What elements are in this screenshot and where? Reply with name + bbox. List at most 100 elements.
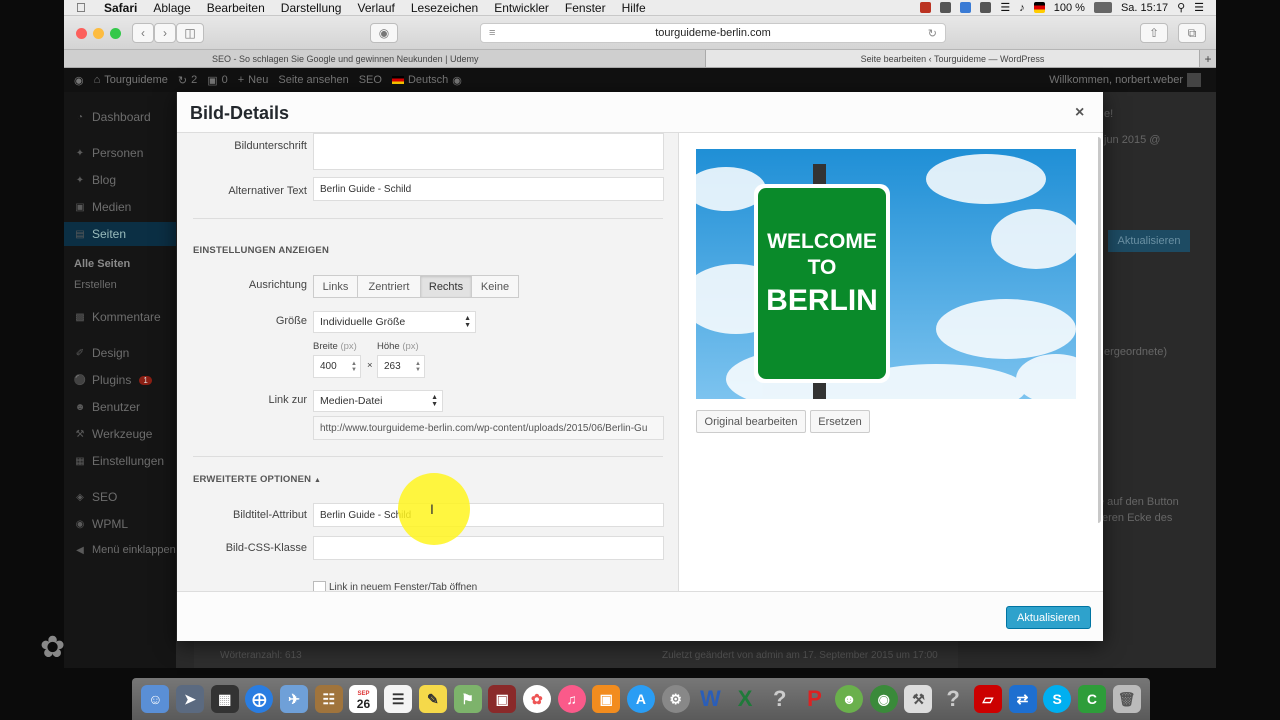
tab-udemy[interactable]: SEO - So schlagen Sie Google und gewinne… — [64, 50, 706, 67]
acrobat-icon[interactable]: ▱ — [973, 685, 1002, 713]
forward-button[interactable]: › — [154, 23, 176, 43]
battery-percent[interactable]: 100 % — [1054, 2, 1085, 14]
size-select[interactable]: Individuelle Größe ▲ ▼ — [313, 311, 476, 333]
adminbar-welcome[interactable]: Willkommen, norbert.weber — [1049, 73, 1211, 87]
menu-darstellung[interactable]: Darstellung — [281, 1, 342, 15]
sidebar-item-design[interactable]: ✐ Design — [74, 346, 130, 360]
record-icon[interactable] — [920, 2, 932, 13]
sidebar-item-einstellungen[interactable]: ▦ Einstellungen — [74, 454, 164, 468]
new-tab-button[interactable]: + — [1200, 50, 1216, 67]
volume-icon[interactable]: ♪ — [1019, 2, 1025, 14]
camtasia-icon[interactable]: C — [1077, 685, 1106, 713]
advanced-options-toggle[interactable]: ERWEITERTE OPTIONEN ▲ — [193, 474, 321, 485]
sidebar-sub-erstellen[interactable]: Erstellen — [74, 279, 117, 291]
sidebar-item-seiten[interactable]: ▤ Seiten — [64, 222, 176, 246]
sidebar-item-medien[interactable]: ▣ Medien — [74, 200, 131, 214]
excel-icon[interactable]: X — [731, 685, 759, 713]
help-icon[interactable]: ? — [939, 685, 967, 713]
messages-icon[interactable]: ☻ — [835, 685, 864, 713]
replace-button[interactable]: Ersetzen — [810, 410, 870, 433]
css-class-field[interactable] — [313, 536, 664, 560]
align-keine-button[interactable]: Keine — [471, 275, 519, 298]
zoom-window-icon[interactable] — [110, 28, 121, 39]
adminbar-view-page[interactable]: Seite ansehen — [278, 74, 348, 86]
wifi-icon[interactable]: ☰ — [1000, 1, 1010, 14]
finder-icon[interactable]: ☺ — [141, 685, 170, 713]
reload-icon[interactable]: ↻ — [928, 27, 937, 40]
menu-hilfe[interactable]: Hilfe — [622, 1, 646, 15]
system-preferences-icon[interactable]: ⚙ — [661, 685, 690, 713]
sidebar-item-personen[interactable]: ✦ Personen — [74, 146, 144, 160]
sync-icon[interactable] — [980, 2, 992, 13]
reader-icon[interactable]: ≡ — [489, 27, 495, 39]
close-window-icon[interactable] — [76, 28, 87, 39]
skype-icon[interactable]: S — [1043, 685, 1072, 713]
archive-utility-icon[interactable]: ⚒ — [904, 685, 933, 713]
sidebar-item-kommentare[interactable]: ▩ Kommentare — [74, 310, 160, 324]
adminbar-seo[interactable]: SEO — [359, 74, 382, 86]
contacts-icon[interactable]: ☷ — [314, 685, 343, 713]
mission-control-icon[interactable]: ▦ — [210, 685, 239, 713]
stepper-icon[interactable]: ▲ ▼ — [351, 361, 357, 373]
shared-links-icon[interactable]: ◉ — [370, 23, 398, 43]
align-links-button[interactable]: Links — [313, 275, 358, 298]
trash-icon[interactable]: 🗑 — [1112, 685, 1141, 713]
tray-app-icon[interactable] — [940, 2, 952, 13]
sidebar-toggle-icon[interactable]: ◫ — [176, 23, 204, 43]
menu-entwickler[interactable]: Entwickler — [494, 1, 549, 15]
apple-icon[interactable]:  — [76, 0, 96, 15]
link-url-field[interactable]: http://www.tourguideme-berlin.com/wp-con… — [313, 416, 664, 440]
safari-icon[interactable]: ⨁ — [245, 685, 274, 713]
menu-ablage[interactable]: Ablage — [153, 1, 190, 15]
align-zentriert-button[interactable]: Zentriert — [357, 275, 421, 298]
preview-icon[interactable]: ✈ — [280, 685, 309, 713]
reminders-icon[interactable]: ☰ — [384, 685, 413, 713]
clock[interactable]: Sa. 15:17 — [1121, 2, 1168, 14]
dropbox-icon[interactable] — [960, 2, 972, 13]
update-button[interactable]: Aktualisieren — [1006, 606, 1091, 629]
sidebar-item-seo[interactable]: ◈ SEO — [74, 490, 117, 504]
sidebar-collapse-menu[interactable]: ◀ Menü einklappen — [74, 544, 176, 556]
edit-original-button[interactable]: Original bearbeiten — [696, 410, 806, 433]
maps-icon[interactable]: ⚑ — [453, 685, 482, 713]
adminbar-comments[interactable]: ▣ 0 — [207, 74, 228, 87]
menu-bearbeiten[interactable]: Bearbeiten — [207, 1, 265, 15]
adminbar-new[interactable]: + Neu — [238, 74, 269, 86]
menu-fenster[interactable]: Fenster — [565, 1, 606, 15]
caption-field[interactable] — [313, 133, 664, 170]
adminbar-updates[interactable]: ↻ 2 — [178, 74, 197, 87]
help-icon[interactable]: ? — [766, 685, 794, 713]
address-bar[interactable]: ≡ tourguideme-berlin.com ↻ — [480, 23, 946, 43]
title-attribute-field[interactable]: Berlin Guide - Schild — [313, 503, 664, 527]
powerpoint-icon[interactable]: P — [800, 685, 828, 713]
width-input[interactable]: 400 ▲ ▼ — [313, 355, 361, 378]
share-icon[interactable]: ⇧ — [1140, 23, 1168, 43]
sidebar-item-plugins[interactable]: ⚫ Plugins 1 — [74, 373, 152, 387]
adminbar-site[interactable]: ⌂ Tourguideme — [94, 74, 168, 86]
alt-text-field[interactable]: Berlin Guide - Schild — [313, 177, 664, 201]
new-window-checkbox[interactable] — [313, 581, 326, 591]
calendar-icon[interactable]: SEP 26 — [349, 685, 378, 713]
launchpad-icon[interactable]: ➤ — [176, 685, 205, 713]
ibooks-icon[interactable]: ▣ — [592, 685, 621, 713]
sidebar-item-werkzeuge[interactable]: ⚒ Werkzeuge — [74, 427, 153, 441]
sidebar-item-blog[interactable]: ✦ Blog — [74, 173, 116, 187]
adminbar-language[interactable]: Deutsch ◉ — [391, 74, 462, 87]
teamviewer-icon[interactable]: ⇄ — [1008, 685, 1037, 713]
link-to-select[interactable]: Medien-Datei ▲ ▼ — [313, 390, 443, 412]
menu-verlauf[interactable]: Verlauf — [357, 1, 394, 15]
german-flag-icon[interactable] — [1033, 2, 1045, 13]
notes-icon[interactable]: ✎ — [418, 685, 447, 713]
close-icon[interactable]: × — [1075, 104, 1084, 122]
photos-icon[interactable]: ✿ — [522, 685, 551, 713]
tab-wordpress[interactable]: Seite bearbeiten ‹ Tourguideme — WordPre… — [706, 50, 1200, 67]
sidebar-sub-alle-seiten[interactable]: Alle Seiten — [74, 258, 130, 270]
globe-icon[interactable]: ◉ — [869, 685, 898, 713]
menu-app-safari[interactable]: Safari — [104, 1, 137, 15]
tabs-overview-icon[interactable]: ⧉ — [1178, 23, 1206, 43]
app-store-icon[interactable]: A — [626, 685, 655, 713]
spotlight-icon[interactable]: ⚲ — [1177, 1, 1185, 14]
align-rechts-button[interactable]: Rechts — [420, 275, 472, 298]
word-icon[interactable]: W — [696, 685, 724, 713]
sidebar-item-benutzer[interactable]: ☻ Benutzer — [74, 400, 140, 414]
